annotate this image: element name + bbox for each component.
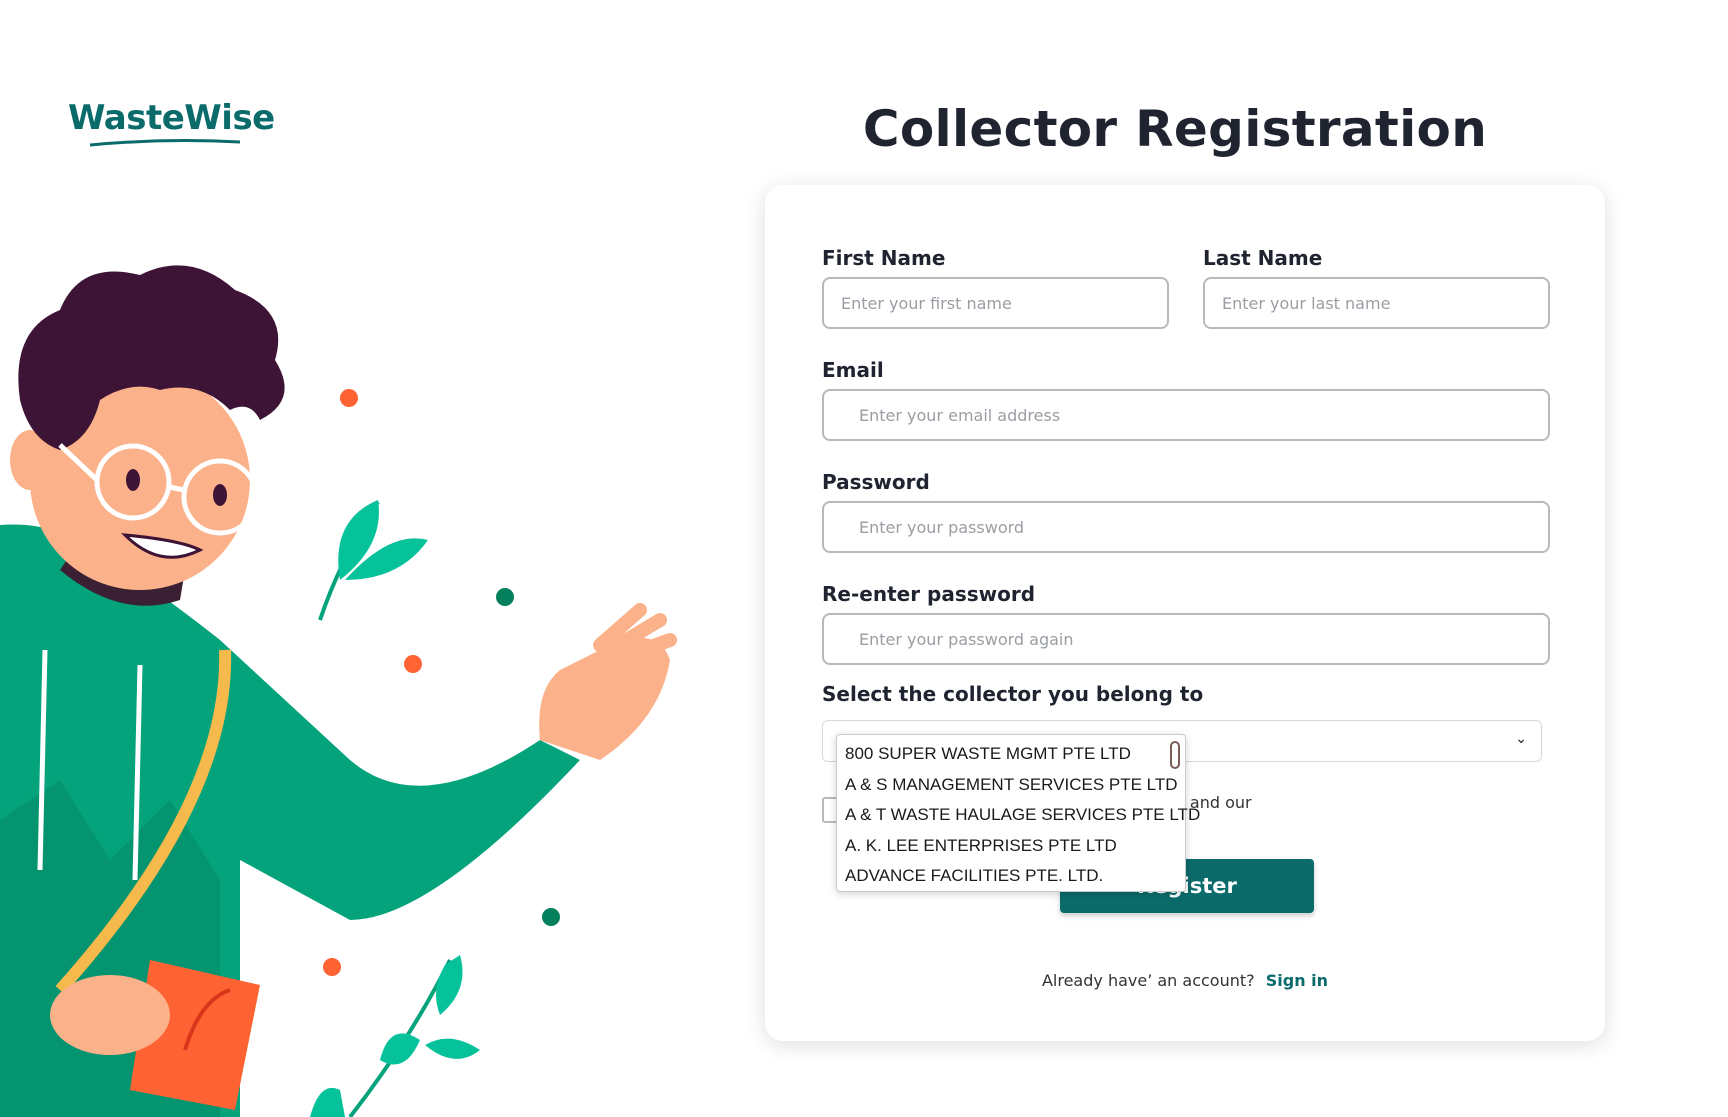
brand-logo: WasteWise <box>68 96 275 148</box>
collector-option[interactable]: ADVANCE FACILITIES PTE. LTD. <box>837 861 1185 892</box>
decor-dot <box>404 655 422 673</box>
chevron-down-icon: ⌄ <box>1515 731 1527 747</box>
decor-dot <box>340 389 358 407</box>
last-name-label: Last Name <box>1203 246 1323 270</box>
decor-dot <box>542 908 560 926</box>
first-name-label: First Name <box>822 246 946 270</box>
decor-dot <box>496 588 514 606</box>
collector-dropdown-list[interactable]: 800 SUPER WASTE MGMT PTE LTD A & S MANAG… <box>836 734 1200 892</box>
registration-card: First Name Last Name Email Password Re-e… <box>765 185 1605 1041</box>
first-name-input[interactable] <box>822 277 1169 329</box>
email-label: Email <box>822 358 884 382</box>
dropdown-scrollbar[interactable] <box>1170 741 1180 769</box>
person-illustration <box>0 265 677 1117</box>
email-input[interactable] <box>822 389 1550 441</box>
logo-swoosh-icon <box>90 139 240 147</box>
collector-label: Select the collector you belong to <box>822 682 1204 706</box>
collector-option[interactable]: A & T WASTE HAULAGE SERVICES PTE LTD <box>837 800 1200 831</box>
collector-option[interactable]: A. K. LEE ENTERPRISES PTE LTD <box>837 831 1185 862</box>
brand-logo-text: WasteWise <box>68 98 275 138</box>
last-name-input[interactable] <box>1203 277 1550 329</box>
signin-link[interactable]: Sign in <box>1266 971 1328 990</box>
page-title: Collector Registration <box>862 100 1488 158</box>
collector-option[interactable]: 800 SUPER WASTE MGMT PTE LTD <box>837 739 1185 770</box>
password-input[interactable] <box>822 501 1550 553</box>
password-label: Password <box>822 470 930 494</box>
signin-row: Already have’ an account? Sign in <box>765 971 1605 990</box>
decor-dot <box>323 958 341 976</box>
reenter-password-label: Re-enter password <box>822 582 1036 606</box>
collector-option[interactable]: A & S MANAGEMENT SERVICES PTE LTD <box>837 770 1185 801</box>
reenter-password-input[interactable] <box>822 613 1550 665</box>
signin-prompt: Already have’ an account? <box>1041 971 1255 990</box>
